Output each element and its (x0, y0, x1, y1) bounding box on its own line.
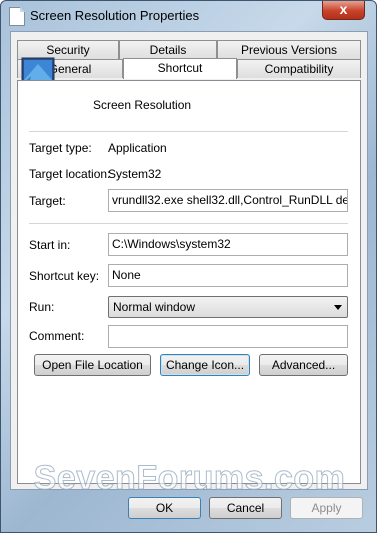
shortcut-key-input[interactable]: None (108, 264, 348, 287)
chevron-down-icon (334, 305, 342, 310)
change-icon-button[interactable]: Change Icon... (160, 354, 250, 376)
cancel-button[interactable]: Cancel (209, 497, 282, 519)
separator (29, 223, 348, 224)
target-location-value: System32 (108, 167, 162, 181)
watermark: SevenForums.com (33, 459, 346, 498)
properties-window: Screen Resolution Properties x Security … (0, 0, 377, 533)
run-select-value: Normal window (113, 300, 196, 314)
comment-input[interactable] (108, 325, 348, 348)
target-label: Target: (29, 194, 66, 208)
target-input[interactable]: vrundll32.exe shell32.dll,Control_RunDLL… (108, 189, 348, 212)
advanced-button[interactable]: Advanced... (259, 354, 348, 376)
run-select[interactable]: Normal window (108, 296, 348, 318)
shortcut-key-label: Shortcut key: (29, 269, 100, 283)
separator (29, 131, 348, 132)
target-location-label: Target location: (29, 167, 111, 181)
start-in-input[interactable]: C:\Windows\system32 (108, 233, 348, 256)
start-in-label: Start in: (29, 238, 71, 252)
comment-label: Comment: (29, 329, 85, 343)
target-type-value: Application (108, 141, 167, 155)
run-label: Run: (29, 300, 55, 314)
shortcut-name: Screen Resolution (93, 98, 192, 112)
ok-button[interactable]: OK (128, 497, 201, 519)
open-file-location-button[interactable]: Open File Location (34, 354, 151, 376)
target-type-label: Target type: (29, 141, 92, 155)
apply-button[interactable]: Apply (290, 497, 363, 519)
